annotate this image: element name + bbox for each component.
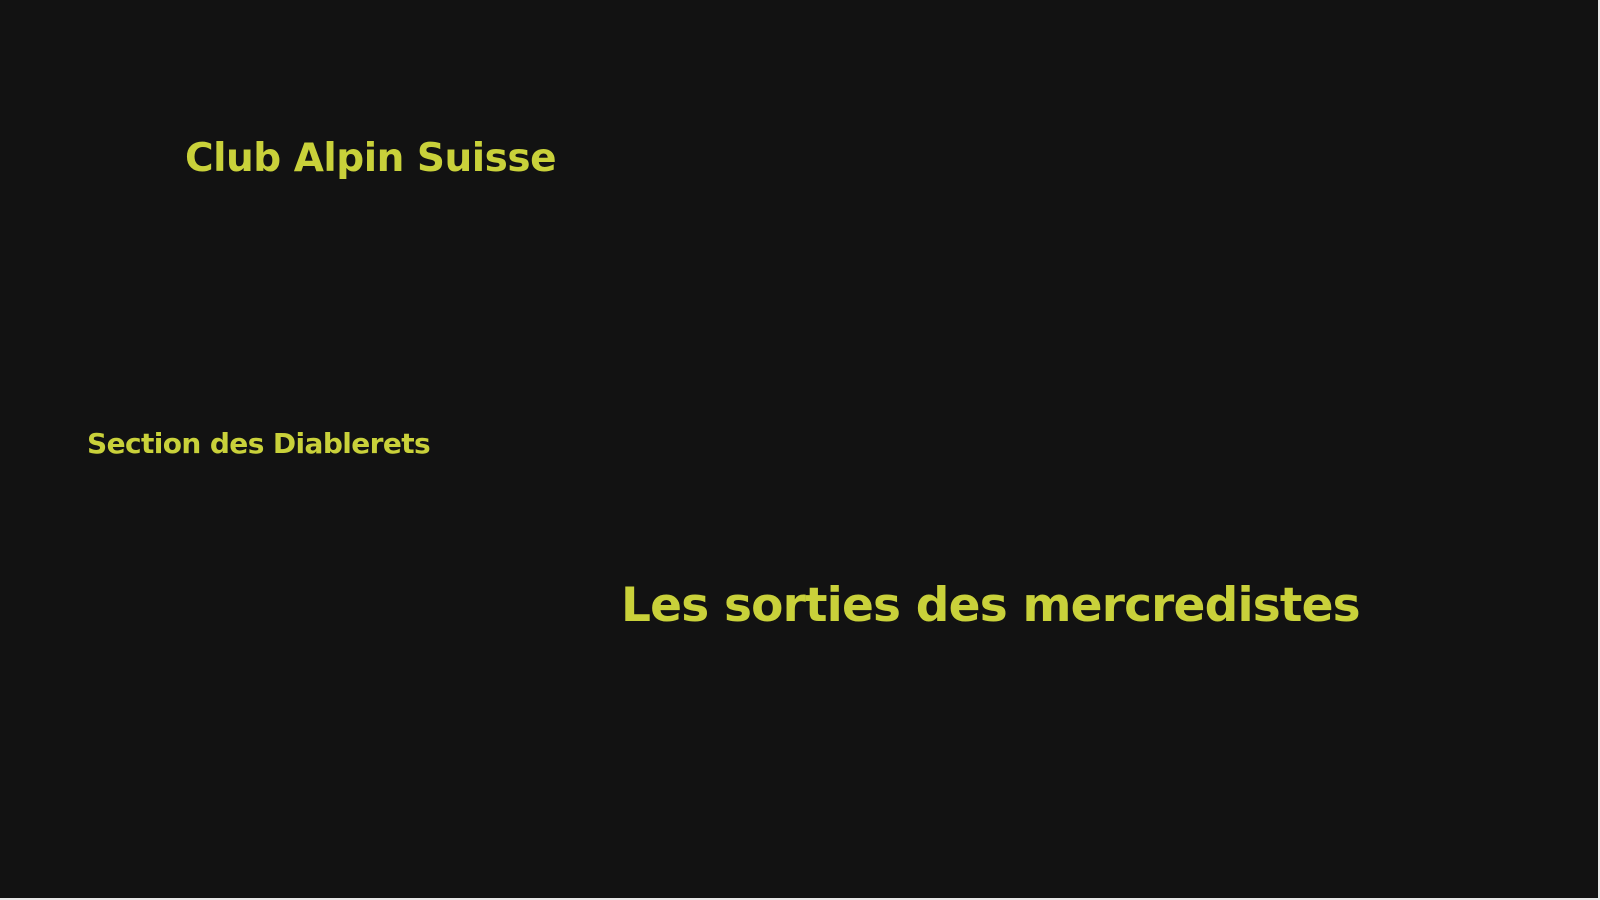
section-name: Section des Diablerets [87, 427, 431, 460]
organization-name: Club Alpin Suisse [185, 136, 557, 181]
slide-title: Les sorties des mercredistes [621, 578, 1361, 633]
title-slide: Club Alpin Suisse Section des Diablerets… [0, 0, 1600, 900]
